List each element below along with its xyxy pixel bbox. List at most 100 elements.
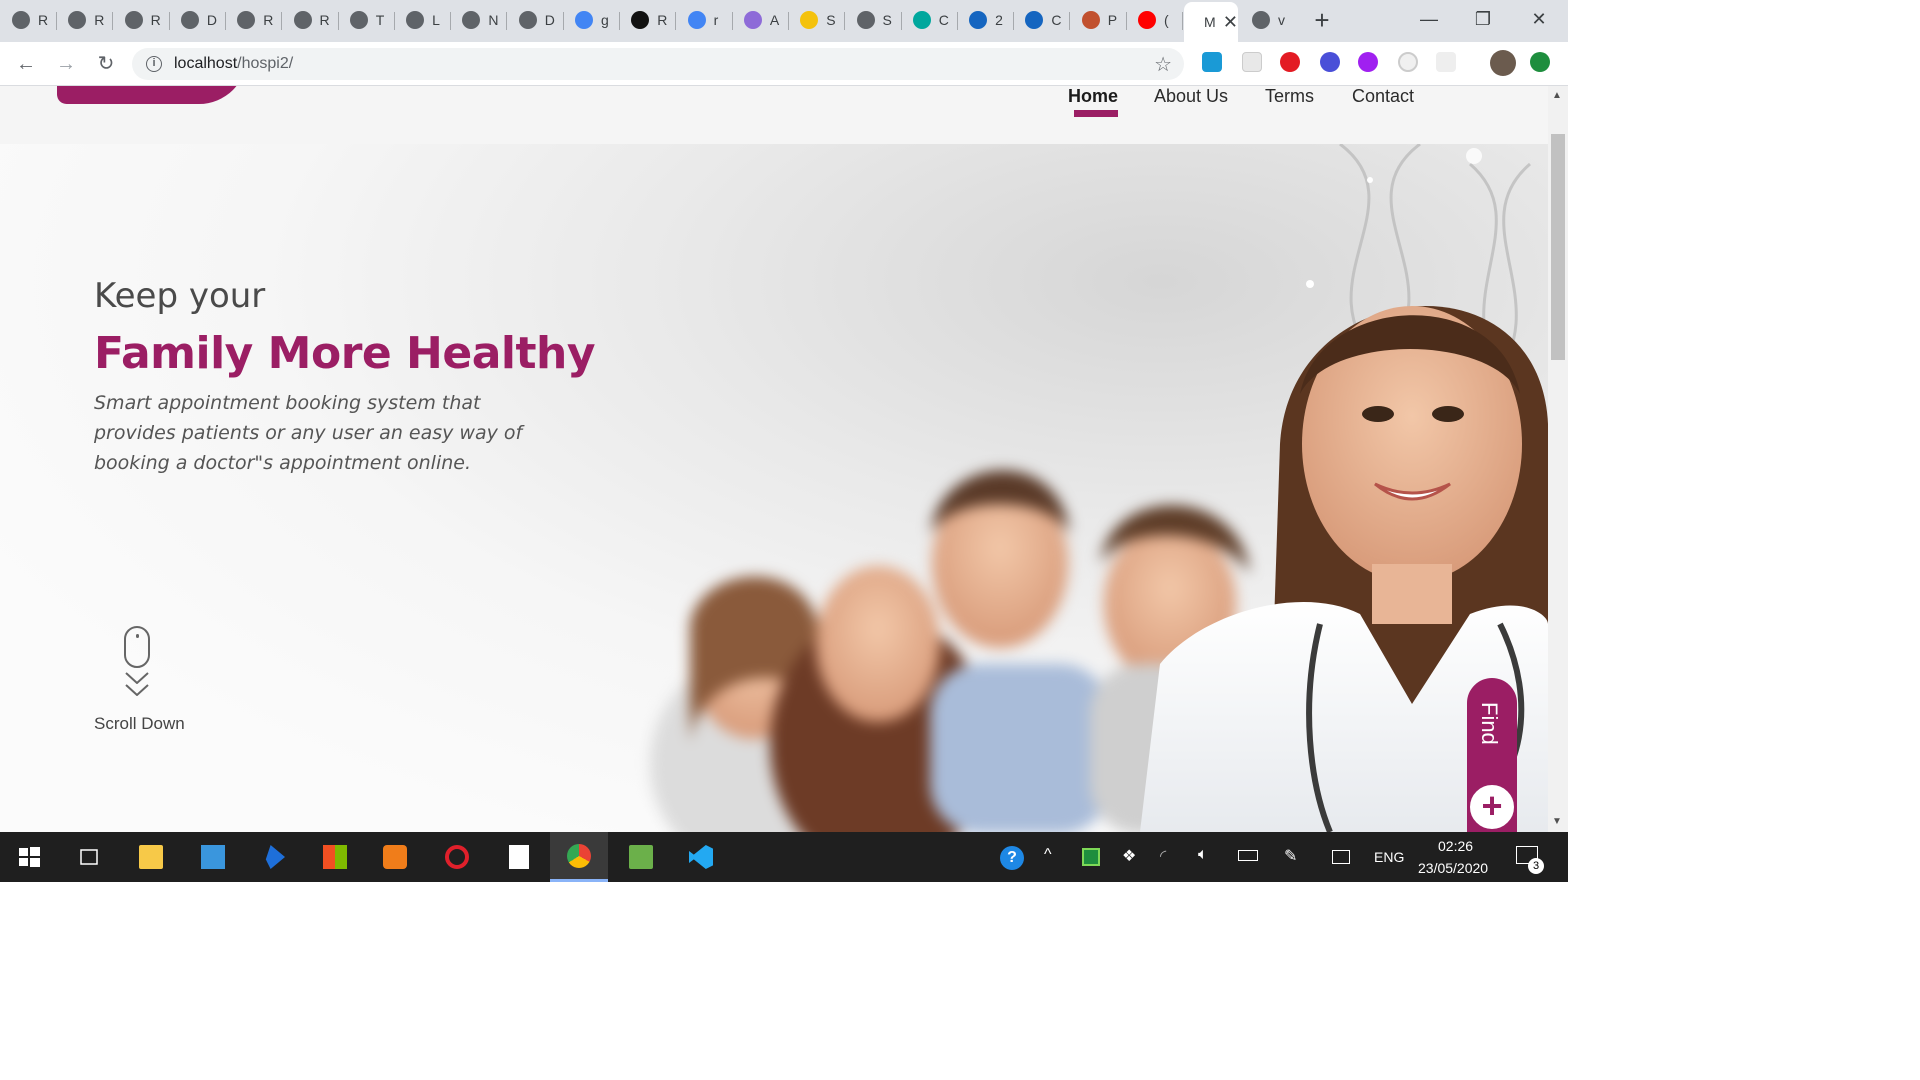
browser-tab[interactable]: g [563,4,619,36]
page-scrollbar[interactable]: ▲ ▼ [1548,86,1568,832]
mouse-icon[interactable] [124,626,150,668]
new-tab-button[interactable]: + [1308,7,1336,35]
scroll-down-label[interactable]: Scroll Down [94,714,185,734]
restore-button[interactable]: ❐ [1460,6,1506,32]
volume-icon[interactable]: 🔈︎ [1198,846,1208,864]
adblock-extension-icon[interactable] [1280,52,1300,72]
find-label: Find [1477,702,1502,745]
nav-home[interactable]: Home [1068,86,1118,107]
globe-icon [124,11,143,29]
bookmark-star-icon[interactable]: ☆ [1154,52,1172,77]
browser-tab[interactable]: P [1070,4,1126,36]
scroll-up-icon[interactable]: ▲ [1552,90,1562,101]
url-text[interactable]: localhost/hospi2/ [174,55,293,73]
vscode-button[interactable] [672,832,730,882]
page-viewport: Home About Us Terms Contact Keep your Fa… [0,86,1548,832]
windows-taskbar: ? ^ ❖ ◜ 🔈︎ ✎ ENG 02:26 23/05/2020 3 [0,832,1568,882]
browser-tab[interactable]: R [282,4,338,36]
wifi-icon[interactable]: ◜ [1160,846,1166,866]
tab-after-active[interactable]: v [1240,4,1296,36]
file-explorer-button[interactable] [122,832,180,882]
browser-tab[interactable]: C [1013,4,1069,36]
browser-tab[interactable]: ( [1126,4,1182,36]
mail-button[interactable] [184,832,242,882]
minimize-button[interactable]: — [1406,6,1452,32]
globe-icon [293,11,312,29]
tab-title: P [1107,12,1118,28]
update-icon[interactable] [1530,52,1550,72]
play-icon [383,845,407,869]
browser-tab[interactable]: D [169,4,225,36]
show-hidden-icons-icon[interactable]: ^ [1044,846,1052,864]
paint-icon [629,845,653,869]
language-indicator[interactable]: ENG [1374,849,1404,865]
dropbox-icon[interactable]: ❖ [1122,846,1136,866]
notepad-button[interactable] [490,832,548,882]
app-tray-icon[interactable] [1082,848,1100,866]
tab-title: T [375,12,385,28]
address-bar[interactable]: i localhost/hospi2/ ☆ [132,48,1184,80]
profile-avatar[interactable] [1490,50,1516,76]
clock-time[interactable]: 02:26 [1438,838,1473,854]
browser-tab[interactable]: R [113,4,169,36]
tab-active[interactable]: M ✕ [1184,2,1238,42]
browser-tab[interactable]: R [619,4,675,36]
hero-section: Keep your Family More Healthy Smart appo… [0,144,1548,832]
pocket-extension-icon[interactable] [1242,52,1262,72]
browser-tab[interactable]: r [676,4,732,36]
scroll-down-arrow-icon[interactable]: ▼ [1552,816,1562,827]
task-view-button[interactable] [60,832,118,882]
reload-button[interactable]: ↻ [92,50,120,78]
store-button[interactable] [306,832,364,882]
browser-tab[interactable]: T [338,4,394,36]
paint-button[interactable] [612,832,670,882]
nav-about-us[interactable]: About Us [1154,86,1228,107]
browser-tab[interactable]: S [788,4,844,36]
hero-description: Smart appointment booking system that pr… [94,392,523,474]
start-button[interactable] [0,832,58,882]
browser-tab[interactable]: R [225,4,281,36]
browser-tab[interactable]: R [0,4,56,36]
back-button[interactable]: ← [12,50,40,78]
tab-title: R [319,12,330,28]
browser-tab[interactable]: R [56,4,112,36]
purple-extension-icon[interactable] [1358,52,1378,72]
battery-icon[interactable] [1238,850,1258,861]
opera-button[interactable] [428,832,486,882]
youtube-icon [1138,11,1156,29]
pen-icon[interactable]: ✎ [1284,846,1297,866]
browser-tab[interactable]: S [845,4,901,36]
vs-button[interactable] [244,832,302,882]
browser-tab[interactable]: L [394,4,450,36]
site-logo[interactable] [57,86,247,104]
medical-plus-icon[interactable]: + [1467,782,1517,832]
chrome-icon [567,843,591,868]
help-icon[interactable]: ? [1000,846,1024,870]
forward-button[interactable]: → [52,50,80,78]
globe-icon [462,11,481,29]
record-extension-icon[interactable] [1398,52,1418,72]
chrome-button[interactable] [550,832,608,882]
tab-title: R [263,12,274,28]
browser-tab[interactable]: A [732,4,788,36]
nav-active-indicator [1074,110,1118,117]
nav-terms[interactable]: Terms [1265,86,1314,107]
globe-icon [12,11,30,29]
browser-tab[interactable]: D [507,4,563,36]
browser-tab[interactable]: N [450,4,506,36]
site-header: Home About Us Terms Contact [0,86,1548,144]
close-window-button[interactable]: ✕ [1516,6,1562,32]
tab-close-icon[interactable]: ✕ [1223,12,1238,33]
tablet-mode-icon[interactable] [1332,850,1350,864]
browser-tab[interactable]: 2 [957,4,1013,36]
media-player-button[interactable] [366,832,424,882]
tab-title: R [657,12,668,28]
translate-extension-icon[interactable] [1202,52,1222,72]
check-extension-icon[interactable] [1320,52,1340,72]
browser-tab[interactable]: C [901,4,957,36]
clock-date[interactable]: 23/05/2020 [1418,860,1488,876]
info-icon[interactable]: i [146,56,162,72]
grid-extension-icon[interactable] [1436,52,1456,72]
nav-contact[interactable]: Contact [1352,86,1414,107]
scroll-thumb[interactable] [1551,134,1565,360]
